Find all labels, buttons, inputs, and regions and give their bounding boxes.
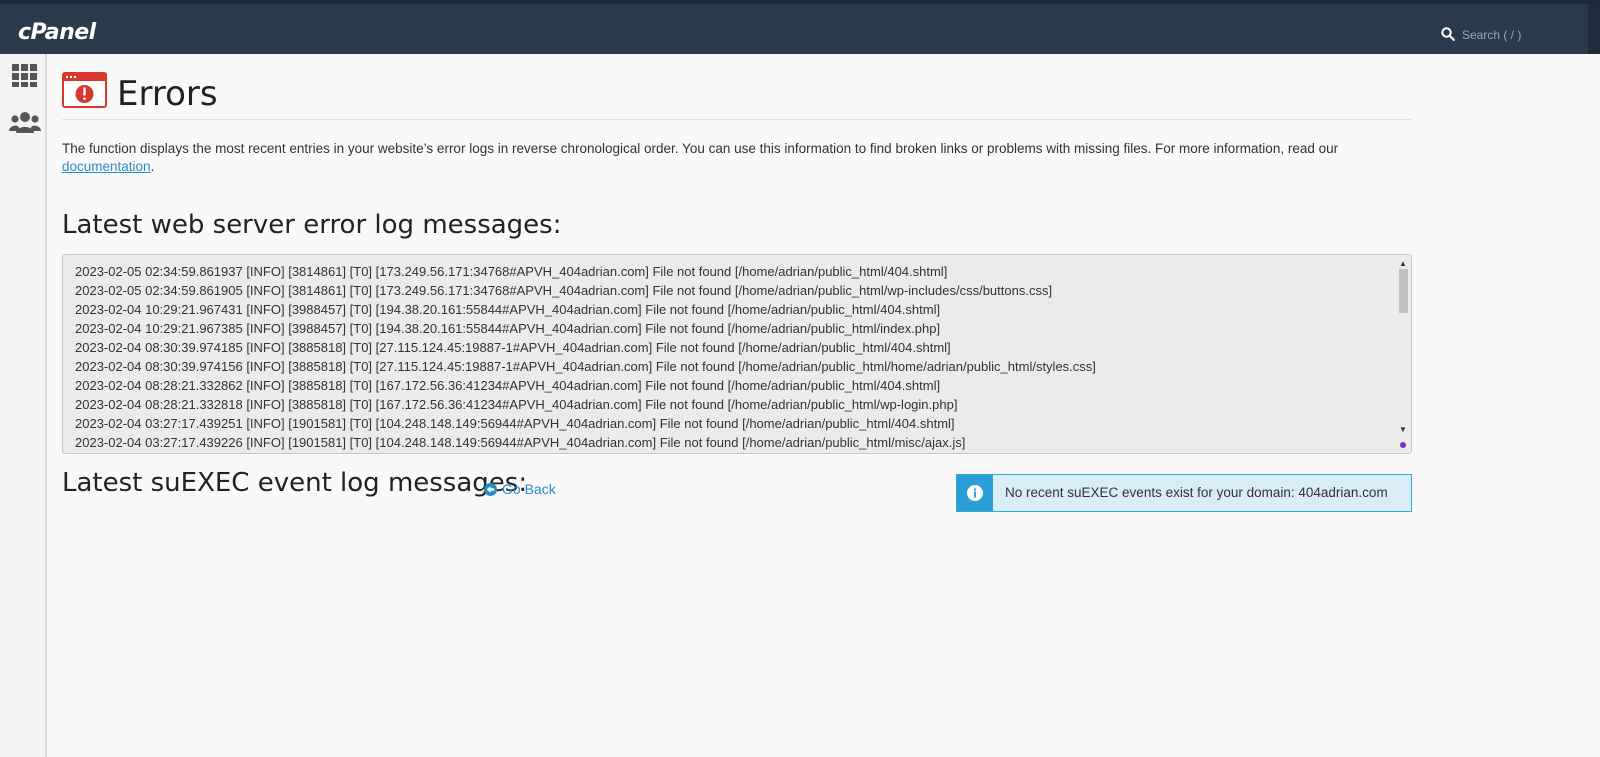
log-line: 2023-02-04 08:30:39.974185 [INFO] [38858…: [75, 340, 951, 355]
error-window-icon: [62, 72, 107, 108]
top-navbar: cPanel: [0, 0, 1600, 54]
log-line: 2023-02-04 08:28:21.332818 [INFO] [38858…: [75, 397, 958, 412]
info-icon: [967, 485, 983, 501]
scroll-down-arrow-icon[interactable]: ▼: [1399, 425, 1407, 434]
users-icon[interactable]: [9, 110, 41, 136]
log-line: 2023-02-04 08:30:39.974156 [INFO] [38858…: [75, 359, 1096, 374]
scroll-up-arrow-icon[interactable]: ▲: [1399, 259, 1407, 268]
log-line: 2023-02-05 02:34:59.861937 [INFO] [38148…: [75, 264, 948, 279]
description-end: .: [150, 159, 155, 174]
error-log-heading: Latest web server error log messages:: [62, 210, 562, 240]
alert-icon-box: [957, 475, 993, 511]
description-text: The function displays the most recent en…: [62, 141, 1339, 156]
log-line: 2023-02-04 03:27:17.439251 [INFO] [19015…: [75, 416, 955, 431]
resize-handle[interactable]: [1400, 442, 1406, 448]
page-header: Errors: [62, 69, 1412, 120]
go-back-label: Go Back: [502, 481, 556, 497]
go-back-link[interactable]: Go Back: [484, 481, 556, 497]
grid-icon[interactable]: [12, 64, 38, 90]
log-scrollbar[interactable]: ▲ ▼: [1397, 259, 1409, 449]
info-alert: No recent suEXEC events exist for your d…: [956, 474, 1412, 512]
log-line: 2023-02-05 02:34:59.861905 [INFO] [38148…: [75, 283, 1053, 298]
sidebar: [0, 54, 47, 757]
scroll-thumb[interactable]: [1399, 269, 1408, 313]
log-line: 2023-02-04 10:29:21.967385 [INFO] [39884…: [75, 321, 941, 336]
alert-message: No recent suEXEC events exist for your d…: [1005, 485, 1388, 500]
arrow-left-circle-icon: [484, 482, 497, 496]
search-input[interactable]: [1462, 24, 1582, 46]
page-title: Errors: [117, 74, 218, 114]
error-log-textarea[interactable]: 2023-02-05 02:34:59.861937 [INFO] [38148…: [62, 254, 1412, 454]
search-icon[interactable]: [1441, 27, 1455, 41]
log-line: 2023-02-04 08:28:21.332862 [INFO] [38858…: [75, 378, 941, 393]
error-log-lines: 2023-02-05 02:34:59.861937 [INFO] [38148…: [75, 262, 1385, 453]
log-line: 2023-02-04 03:27:16.364205 [INFO] [19015…: [75, 452, 1385, 453]
log-line: 2023-02-04 10:29:21.967431 [INFO] [39884…: [75, 302, 941, 317]
cpanel-logo[interactable]: cPanel: [18, 20, 96, 45]
documentation-link[interactable]: documentation: [62, 159, 151, 174]
page-description: The function displays the most recent en…: [62, 140, 1412, 176]
log-line: 2023-02-04 03:27:17.439226 [INFO] [19015…: [75, 435, 966, 450]
suexec-log-heading: Latest suEXEC event log messages:: [62, 468, 528, 498]
topbar-edge: [1588, 4, 1600, 54]
